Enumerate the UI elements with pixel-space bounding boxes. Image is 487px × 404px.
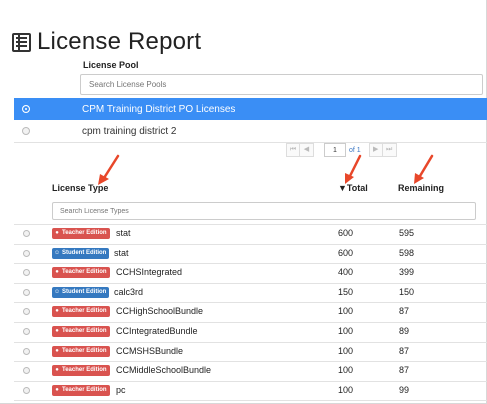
divider [14,142,487,143]
badge-label: Teacher Edition [62,269,107,276]
teacher-edition-badge: ● Teacher Edition [52,267,110,279]
total-cell: 150 [338,286,354,297]
apple-icon: ● [55,328,59,334]
remaining-cell: 99 [399,384,410,395]
table-row[interactable]: ● Teacher Edition stat 600 595 [14,224,487,243]
list-report-icon [12,32,31,52]
row-radio[interactable] [23,308,30,316]
pool-label: CPM Training District PO Licenses [82,103,236,115]
badge-label: Teacher Edition [62,308,107,315]
teacher-edition-badge: ● Teacher Edition [52,365,110,377]
total-cell: 100 [338,306,354,317]
license-type-name: CCHSIntegrated [116,267,183,278]
total-cell: 600 [338,247,354,258]
badge-label: Teacher Edition [62,347,107,354]
annotation-arrow [345,154,362,184]
row-radio[interactable] [23,288,30,296]
user-icon: ☺ [54,288,61,295]
license-type-name: stat [114,247,129,258]
license-type-name: stat [116,228,131,238]
remaining-cell: 598 [399,247,415,258]
student-edition-badge: ☺ Student Edition [52,247,110,259]
pool-search-input[interactable] [80,74,483,95]
student-edition-badge: ☺ Student Edition [52,286,110,298]
remaining-cell: 150 [399,286,415,297]
apple-icon: ● [55,308,59,315]
license-report-panel: License Report License Pool CPM Training… [0,0,487,404]
badge-label: Teacher Edition [62,328,107,334]
license-type-name: calc3rd [114,286,144,297]
total-cell: 100 [338,326,354,336]
badge-label: Student Edition [62,288,107,295]
remaining-cell: 87 [399,306,410,317]
page-header: License Report [12,27,201,57]
badge-label: Teacher Edition [62,367,107,374]
table-row[interactable]: ● Teacher Edition CCHighSchoolBundle 100 87 [14,302,487,321]
badge-label: Teacher Edition [62,386,107,393]
pool-radio[interactable] [22,105,30,113]
apple-icon: ● [55,230,59,236]
annotation-arrow [98,154,120,185]
table-row[interactable]: ● Teacher Edition CCMiddleSchoolBundle 100 8… [14,361,487,380]
license-type-name: CCMSHSBundle [116,345,184,356]
teacher-edition-badge: ● Teacher Edition [52,326,110,337]
divider [14,400,487,402]
annotation-arrow [414,154,434,184]
table-row[interactable]: ☺ Student Edition calc3rd 150 150 [14,283,487,302]
user-icon: ☺ [54,249,61,256]
total-cell: 100 [338,345,354,356]
remaining-cell: 595 [399,228,415,238]
license-type-name: CCMiddleSchoolBundle [116,365,212,376]
pool-label: cpm training district 2 [82,125,177,137]
table-row[interactable]: ● Teacher Edition CCMSHSBundle 100 87 [14,342,487,361]
total-cell: 600 [338,228,354,238]
remaining-cell: 87 [399,345,410,356]
table-row[interactable]: ☺ Student Edition stat 600 598 [14,244,487,263]
total-cell: 400 [338,267,354,278]
row-radio[interactable] [23,386,30,394]
license-type-search-input[interactable] [52,202,476,220]
pool-radio[interactable] [22,127,30,135]
row-radio[interactable] [23,347,30,355]
row-radio[interactable] [23,249,30,257]
remaining-cell: 89 [399,326,410,336]
row-radio[interactable] [23,367,30,375]
row-radio[interactable] [23,230,30,237]
row-radio[interactable] [23,269,30,277]
table-row[interactable]: ● Teacher Edition CCHSIntegrated 400 399 [14,263,487,282]
total-cell: 100 [338,365,354,376]
license-type-name: pc [116,384,126,395]
remaining-cell: 399 [399,267,415,278]
teacher-edition-badge: ● Teacher Edition [52,306,110,318]
first-page-icon[interactable]: ⏮ [286,143,300,157]
apple-icon: ● [55,367,59,374]
remaining-cell: 87 [399,365,410,376]
apple-icon: ● [55,386,59,393]
prev-page-icon[interactable]: ◀ [300,143,314,157]
table-row[interactable]: ● Teacher Edition pc 100 99 [14,381,487,400]
badge-label: Teacher Edition [62,230,107,236]
teacher-edition-badge: ● Teacher Edition [52,384,110,396]
license-type-name: CCHighSchoolBundle [116,306,204,317]
last-page-icon[interactable]: ⏭ [382,143,397,157]
total-cell: 100 [338,384,354,395]
pool-column-header: License Pool [83,60,139,70]
page-title: License Report [37,28,202,55]
license-type-name: CCIntegratedBundle [116,326,198,336]
badge-label: Student Edition [62,249,107,256]
pool-row[interactable]: cpm training district 2 [14,120,487,142]
apple-icon: ● [55,347,59,354]
row-radio[interactable] [23,328,30,335]
pool-row[interactable]: CPM Training District PO Licenses [14,98,487,120]
teacher-edition-badge: ● Teacher Edition [52,345,110,357]
table-row[interactable]: ● Teacher Edition CCIntegratedBundle 100 89 [14,322,487,341]
apple-icon: ● [55,269,59,276]
teacher-edition-badge: ● Teacher Edition [52,228,110,239]
